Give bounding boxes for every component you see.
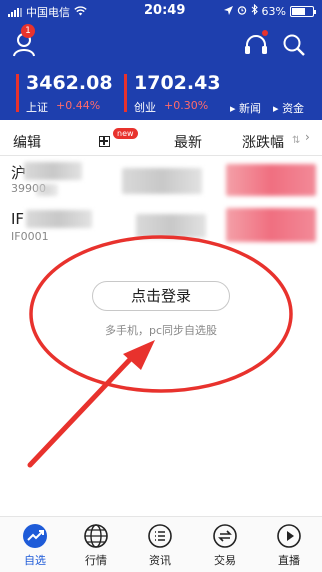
battery-percent: 63%: [261, 4, 286, 18]
login-button[interactable]: 点击登录: [92, 281, 230, 311]
index-name: 上证: [26, 101, 48, 114]
tab-news[interactable]: 资讯: [135, 523, 185, 569]
carrier-info: 中国电信: [8, 4, 87, 20]
index-change: +0.44%: [56, 99, 101, 112]
index-value: 3462.08: [26, 72, 113, 94]
blurred-name: [26, 210, 92, 228]
index-name: 创业: [134, 101, 156, 114]
battery-icon: [290, 5, 316, 17]
blurred-code: [36, 184, 58, 196]
index-shanghai[interactable]: 3462.08 上证 +0.44%: [16, 72, 116, 114]
stock-name: IF: [11, 210, 25, 228]
tab-live[interactable]: 直播: [264, 523, 314, 569]
globe-icon: [84, 524, 108, 548]
list-item[interactable]: IF IF0001: [0, 208, 322, 254]
blurred-name: [24, 162, 82, 180]
blurred-change: [226, 208, 316, 242]
grid-icon[interactable]: [99, 136, 110, 147]
blurred-change: [226, 164, 316, 196]
tab-label: 资讯: [149, 554, 171, 567]
news-link[interactable]: ▸ 新闻: [230, 100, 261, 116]
search-icon[interactable]: [281, 32, 307, 58]
play-icon: [277, 524, 301, 548]
sort-change[interactable]: 涨跌幅: [242, 132, 284, 152]
funds-link-label: 资金: [282, 102, 305, 115]
list-item[interactable]: 沪 39900: [0, 160, 322, 206]
blurred-price: [136, 214, 206, 238]
tab-market[interactable]: 行情: [71, 523, 121, 569]
sort-arrow-icon: ⇅: [292, 135, 301, 146]
signal-icon: [8, 7, 22, 17]
index-up-marker: [16, 74, 19, 112]
more-columns-icon[interactable]: ›: [305, 130, 310, 144]
trade-icon: [213, 524, 237, 548]
trend-icon: [23, 524, 47, 548]
header-panel: 中国电信 20:49 63% 1 3462.08 上证 +0.44% 1702.…: [0, 0, 322, 120]
bottom-nav: 自选 行情 资讯 交易 直播: [0, 516, 322, 572]
index-chinext[interactable]: 1702.43 创业 +0.30%: [124, 72, 224, 114]
annotation-arrowhead: [123, 340, 155, 370]
location-icon: [223, 5, 233, 18]
alarm-icon: [237, 5, 247, 18]
notification-badge: 1: [21, 24, 35, 38]
watchlist-header: 编辑 new 最新 涨跌幅 ⇅ ›: [0, 126, 322, 156]
annotation-arrow: [27, 349, 140, 468]
annotation-circle: [29, 235, 293, 393]
carrier-name: 中国电信: [26, 6, 70, 19]
bluetooth-icon: [251, 3, 258, 18]
funds-link[interactable]: ▸ 资金: [273, 100, 304, 116]
clock: 20:49: [144, 3, 186, 18]
headset-dot: [262, 30, 268, 36]
tab-label: 自选: [24, 554, 46, 567]
blurred-price: [122, 168, 202, 194]
tab-label: 行情: [85, 554, 107, 567]
list-icon: [148, 524, 172, 548]
sync-hint: 多手机，pc同步自选股: [104, 324, 218, 337]
status-bar: 中国电信 20:49 63%: [0, 0, 322, 22]
tab-label: 交易: [214, 554, 236, 567]
index-change: +0.30%: [164, 99, 209, 112]
top-bar: 1: [0, 24, 322, 62]
wifi-icon: [74, 5, 87, 19]
tab-watchlist[interactable]: 自选: [10, 523, 60, 569]
status-right: 63%: [223, 3, 316, 18]
news-link-label: 新闻: [239, 102, 262, 115]
quick-links: ▸ 新闻 ▸ 资金: [230, 100, 304, 116]
stock-code: IF0001: [11, 230, 49, 243]
new-badge: new: [113, 128, 138, 139]
tab-label: 直播: [278, 554, 300, 567]
sort-latest[interactable]: 最新: [174, 132, 202, 152]
index-up-marker: [124, 74, 127, 112]
tab-trade[interactable]: 交易: [200, 523, 250, 569]
edit-button[interactable]: 编辑: [13, 132, 41, 152]
index-value: 1702.43: [134, 72, 221, 94]
